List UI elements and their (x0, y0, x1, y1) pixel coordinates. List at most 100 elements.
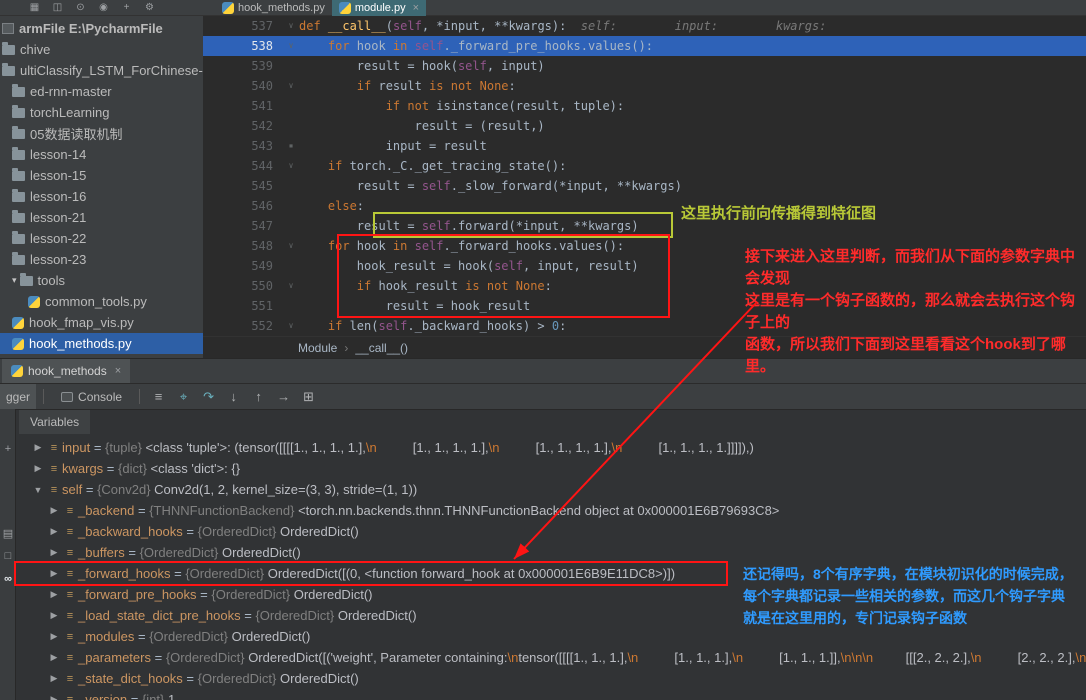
bookmark-icon[interactable]: ▪ (283, 136, 299, 156)
project-item[interactable]: lesson-16 (0, 186, 203, 207)
line-number[interactable]: 541 (203, 96, 283, 116)
close-icon[interactable]: × (115, 365, 121, 377)
fold-icon[interactable]: ∨ (283, 76, 299, 96)
add-icon[interactable]: + (120, 1, 133, 15)
variable-row-self[interactable]: ▼ ≡ self = {Conv2d} Conv2d(1, 2, kernel_si… (16, 479, 1086, 500)
expand-right-icon[interactable]: ▶ (30, 442, 46, 453)
step-out-icon[interactable]: ↑ (247, 389, 270, 405)
project-item[interactable]: hook_methods.py (0, 333, 203, 354)
fold-icon[interactable] (283, 296, 299, 316)
code-line-542[interactable]: 542 result = (result,) (203, 116, 1086, 136)
code-line-550[interactable]: 550 ∨ if hook_result is not None: (203, 276, 1086, 296)
frames-icon[interactable]: □ (0, 550, 16, 562)
close-icon[interactable]: × (413, 2, 419, 14)
fold-icon[interactable] (283, 256, 299, 276)
run-to-cursor-icon[interactable]: → (272, 389, 295, 405)
variable-row-_forward_hooks[interactable]: ▶ ≡ _forward_hooks = {OrderedDict} Ordered… (16, 563, 1086, 584)
variable-row-_state_dict_hooks[interactable]: ▶ ≡ _state_dict_hooks = {OrderedDict} Orde… (16, 668, 1086, 689)
variable-row-_modules[interactable]: ▶ ≡ _modules = {OrderedDict} OrderedDict() (16, 626, 1086, 647)
editor-tab[interactable]: hook_methods.py (215, 0, 332, 16)
line-number[interactable]: 550 (203, 276, 283, 296)
power-icon[interactable]: ⊙ (74, 1, 87, 15)
editor-tab[interactable]: module.py × (331, 0, 427, 16)
project-item[interactable]: ▾ tools (0, 270, 203, 291)
editor[interactable]: 537 ∨ def __call__(self, *input, **kwargs)… (203, 16, 1086, 336)
expand-right-icon[interactable]: ▶ (30, 463, 46, 474)
variable-row-_load_state_dict_pre_hooks[interactable]: ▶ ≡ _load_state_dict_pre_hooks = {OrderedD… (16, 605, 1086, 626)
line-number[interactable]: 539 (203, 56, 283, 76)
variable-row-input[interactable]: ▶ ≡ input = {tuple} <class 'tuple'>: (tens… (16, 437, 1086, 458)
code-line-537[interactable]: 537 ∨ def __call__(self, *input, **kwargs)… (203, 16, 1086, 36)
project-item[interactable]: lesson-22 (0, 228, 203, 249)
fold-icon[interactable] (283, 196, 299, 216)
expand-right-icon[interactable]: ▶ (46, 652, 62, 663)
fold-icon[interactable]: ∨ (283, 16, 299, 36)
project-item[interactable]: lesson-15 (0, 165, 203, 186)
window-icon[interactable]: ◫ (51, 1, 64, 15)
add-watch-icon[interactable]: + (0, 443, 16, 455)
line-number[interactable]: 540 (203, 76, 283, 96)
line-number[interactable]: 545 (203, 176, 283, 196)
project-item[interactable]: 05数据读取机制 (0, 123, 203, 144)
fold-icon[interactable]: ∨ (283, 156, 299, 176)
evaluate-expression-icon[interactable]: ⊞ (297, 389, 320, 405)
line-number[interactable]: 543 (203, 136, 283, 156)
variable-row-kwargs[interactable]: ▶ ≡ kwargs = {dict} <class 'dict'>: {} (16, 458, 1086, 479)
fold-icon[interactable]: ∨ (283, 316, 299, 336)
restore-layout-icon[interactable]: ≡ (147, 389, 170, 405)
fold-icon[interactable] (283, 56, 299, 76)
project-item[interactable]: ultiClassify_LSTM_ForChinese-maste (0, 60, 203, 81)
project-item[interactable]: torchLearning (0, 102, 203, 123)
expand-right-icon[interactable]: ▶ (46, 694, 62, 700)
expand-down-icon[interactable]: ▾ (12, 275, 17, 286)
expand-right-icon[interactable]: ▶ (46, 631, 62, 642)
view-grid-icon[interactable]: ▦ (28, 1, 41, 15)
code-line-549[interactable]: 549 hook_result = hook(self, input, resu… (203, 256, 1086, 276)
fold-icon[interactable]: ∨ (283, 236, 299, 256)
code-line-551[interactable]: 551 result = hook_result (203, 296, 1086, 316)
project-item[interactable]: ed-rnn-master (0, 81, 203, 102)
expand-right-icon[interactable]: ▶ (46, 526, 62, 537)
expand-down-icon[interactable]: ▼ (30, 485, 46, 495)
fold-icon[interactable] (283, 116, 299, 136)
fold-icon[interactable] (283, 216, 299, 236)
line-number[interactable]: 549 (203, 256, 283, 276)
fold-icon[interactable]: ∨ (283, 36, 299, 56)
line-number[interactable]: 552 (203, 316, 283, 336)
line-number[interactable]: 537 (203, 16, 283, 36)
layout-icon[interactable]: ▤ (0, 527, 16, 540)
line-number[interactable]: 542 (203, 116, 283, 136)
fold-icon[interactable] (283, 96, 299, 116)
project-item[interactable]: hook_fmap_vis.py (0, 312, 203, 333)
code-line-545[interactable]: 545 result = self._slow_forward(*input, … (203, 176, 1086, 196)
project-item[interactable]: lesson-21 (0, 207, 203, 228)
line-number[interactable]: 548 (203, 236, 283, 256)
project-item[interactable]: lesson-23 (0, 249, 203, 270)
variable-row-_buffers[interactable]: ▶ ≡ _buffers = {OrderedDict} OrderedDict() (16, 542, 1086, 563)
line-number[interactable]: 544 (203, 156, 283, 176)
tab-console[interactable]: Console (51, 384, 132, 410)
variable-row-_backward_hooks[interactable]: ▶ ≡ _backward_hooks = {OrderedDict} Ordere… (16, 521, 1086, 542)
fold-icon[interactable] (283, 176, 299, 196)
code-line-552[interactable]: 552 ∨ if len(self._backward_hooks) > 0: (203, 316, 1086, 336)
watches-icon[interactable]: ∞ (0, 573, 16, 585)
tab-debugger-cut[interactable]: gger (0, 383, 37, 410)
show-execution-point-icon[interactable]: ⌖ (172, 389, 195, 405)
step-into-icon[interactable]: ↓ (222, 389, 245, 405)
variable-row-_parameters[interactable]: ▶ ≡ _parameters = {OrderedDict} OrderedDic… (16, 647, 1086, 668)
code-line-547[interactable]: 547 result = self.forward(*input, **kwar… (203, 216, 1086, 236)
project-item[interactable]: chive (0, 39, 203, 60)
code-line-538[interactable]: 538 ∨ for hook in self._forward_pre_hooks… (203, 36, 1086, 56)
line-number[interactable]: 538 (203, 36, 283, 56)
code-line-539[interactable]: 539 result = hook(self, input) (203, 56, 1086, 76)
code-line-546[interactable]: 546 else: (203, 196, 1086, 216)
line-number[interactable]: 547 (203, 216, 283, 236)
expand-right-icon[interactable]: ▶ (46, 568, 62, 579)
breadcrumb-module[interactable]: Module (298, 341, 337, 355)
record-icon[interactable]: ◉ (97, 1, 110, 15)
expand-right-icon[interactable]: ▶ (46, 547, 62, 558)
variable-row-_backend[interactable]: ▶ ≡ _backend = {THNNFunctionBackend} <torc… (16, 500, 1086, 521)
code-line-540[interactable]: 540 ∨ if result is not None: (203, 76, 1086, 96)
settings-gear-icon[interactable]: ⚙ (143, 1, 156, 15)
code-line-544[interactable]: 544 ∨ if torch._C._get_tracing_state(): (203, 156, 1086, 176)
